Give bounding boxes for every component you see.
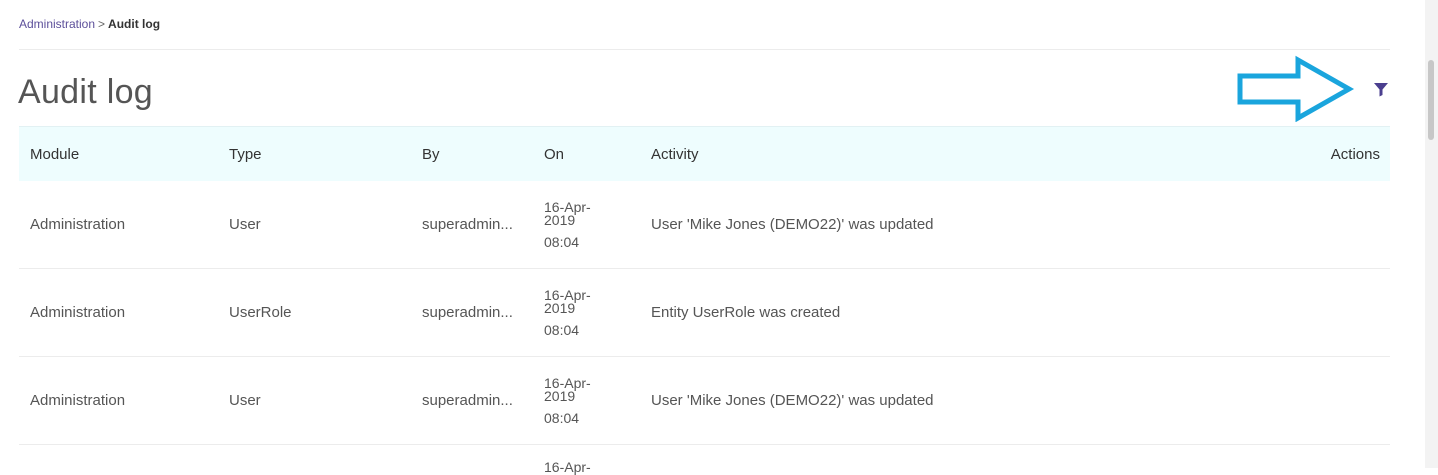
breadcrumb-link-administration[interactable]: Administration xyxy=(19,17,95,31)
table-row[interactable]: 16-Apr- xyxy=(19,445,1390,475)
cell-on-date-part1: 16-Apr- xyxy=(544,459,591,475)
breadcrumb-separator: > xyxy=(98,17,106,31)
cell-type: UserRole xyxy=(229,304,292,321)
audit-log-page: Administration > Audit log Audit log Modul… xyxy=(0,0,1438,475)
cell-on-time: 08:04 xyxy=(544,234,580,250)
column-header-on[interactable]: On xyxy=(532,146,641,163)
cell-on-time: 08:04 xyxy=(544,322,580,338)
cell-on-date-part2: 2019 xyxy=(544,212,576,228)
column-header-activity[interactable]: Activity xyxy=(641,146,1270,163)
table-header: Module Type By On Activity Actions xyxy=(19,126,1390,181)
cell-on-time: 08:04 xyxy=(544,410,580,426)
cell-on: 16-Apr- 2019 08:04 xyxy=(532,375,641,426)
column-header-type[interactable]: Type xyxy=(218,146,412,163)
cell-activity: User 'Mike Jones (DEMO22)' was updated xyxy=(651,392,934,409)
cell-activity: User 'Mike Jones (DEMO22)' was updated xyxy=(651,216,934,233)
table-row[interactable]: Administration User superadmin... 16-Apr… xyxy=(19,181,1390,269)
cell-on-date-part2: 2019 xyxy=(544,300,576,316)
arrow-annotation-icon xyxy=(1237,55,1355,122)
column-header-by[interactable]: By xyxy=(412,146,532,163)
page-title: Audit log xyxy=(18,73,154,111)
scrollbar-thumb[interactable] xyxy=(1428,60,1434,140)
audit-log-table: Module Type By On Activity Actions Admin… xyxy=(19,126,1390,475)
cell-module: Administration xyxy=(30,216,126,233)
cell-on-date-part2: 2019 xyxy=(544,388,576,404)
table-row[interactable]: Administration User superadmin... 16-Apr… xyxy=(19,357,1390,445)
cell-module: Administration xyxy=(30,392,126,409)
filter-button[interactable] xyxy=(1372,80,1390,98)
cell-by: superadmin... xyxy=(422,216,513,233)
cell-by: superadmin... xyxy=(422,304,513,321)
breadcrumb-current: Audit log xyxy=(108,17,161,31)
header-divider xyxy=(19,49,1390,50)
cell-by: superadmin... xyxy=(422,392,513,409)
cell-on: 16-Apr- xyxy=(532,459,641,475)
column-header-actions: Actions xyxy=(1330,145,1380,163)
cell-on: 16-Apr- 2019 08:04 xyxy=(532,199,641,250)
cell-type: User xyxy=(229,216,261,233)
cell-type: User xyxy=(229,392,261,409)
filter-icon xyxy=(1374,83,1388,97)
column-header-module[interactable]: Module xyxy=(19,146,218,163)
cell-on: 16-Apr- 2019 08:04 xyxy=(532,287,641,338)
cell-module: Administration xyxy=(30,304,126,321)
table-row[interactable]: Administration UserRole superadmin... 16… xyxy=(19,269,1390,357)
breadcrumb: Administration > Audit log xyxy=(19,16,160,32)
vertical-scrollbar[interactable] xyxy=(1425,0,1438,468)
cell-activity: Entity UserRole was created xyxy=(651,304,841,321)
